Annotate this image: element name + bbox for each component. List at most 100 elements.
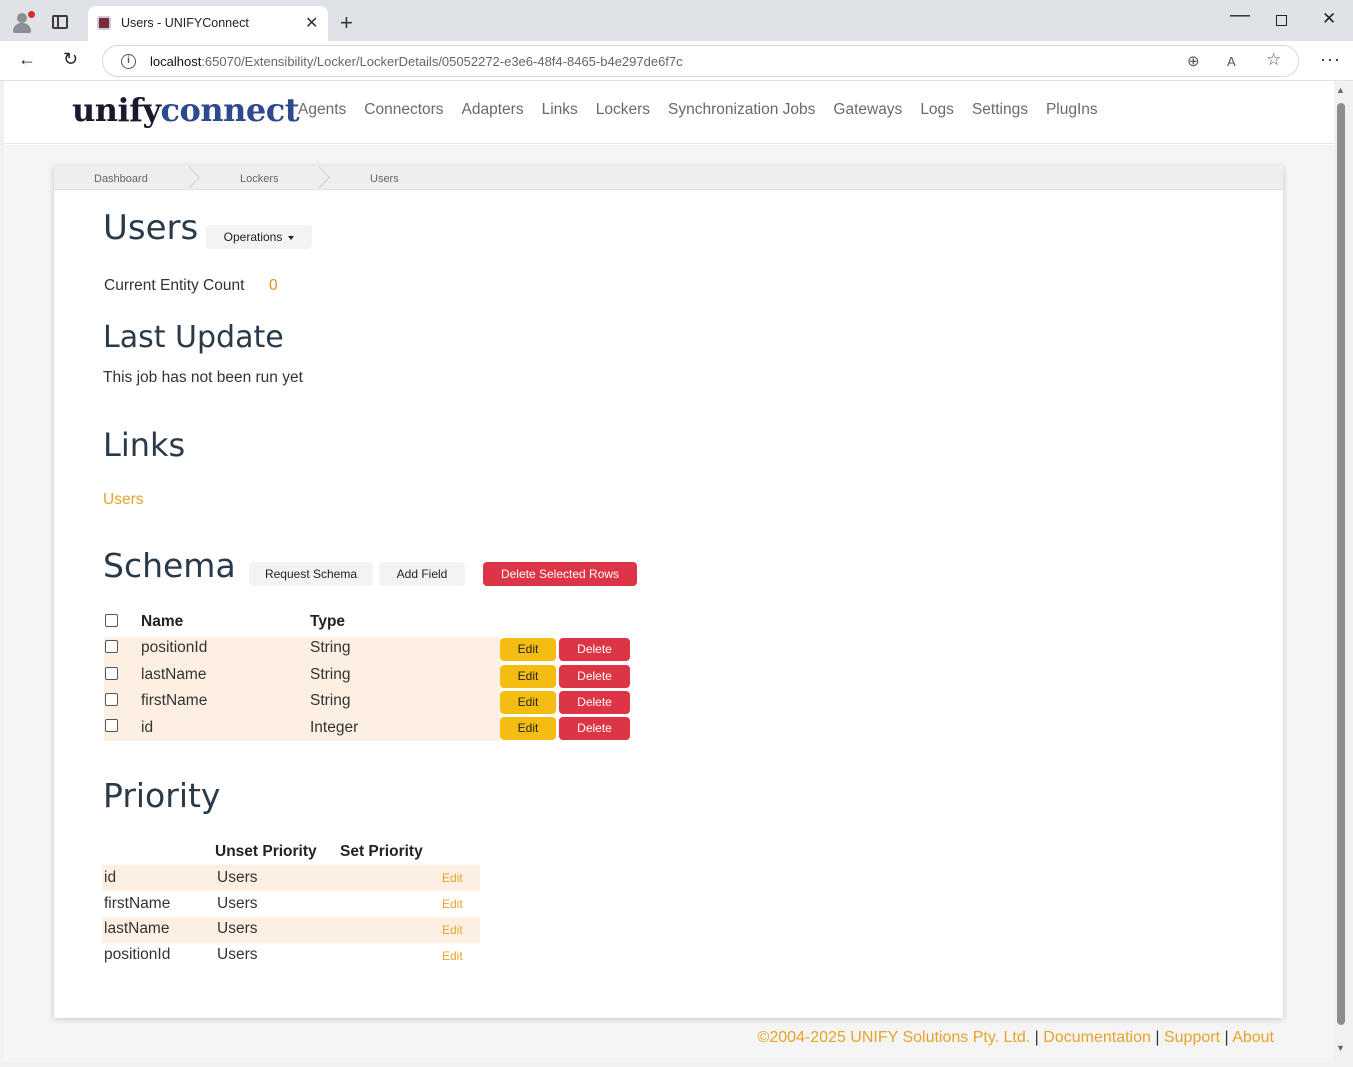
delete-button[interactable]: Delete [559,665,630,688]
footer-about-link[interactable]: About [1232,1029,1274,1046]
delete-button[interactable]: Delete [559,691,630,714]
page-title: Users [103,208,199,248]
tab-title: Users - UNIFYConnect [121,16,249,30]
refresh-icon[interactable]: ↻ [63,49,78,70]
priority-unset-value: Users [217,920,258,937]
link-users[interactable]: Users [103,491,143,509]
entity-count-value: 0 [269,277,278,294]
browser-toolbar: ← ↻ i localhost:65070/Extensibility/Lock… [0,41,1353,81]
priority-unset-value: Users [217,946,258,963]
nav-lockers[interactable]: Lockers [596,101,650,119]
scroll-thumb[interactable] [1337,103,1345,1025]
priority-field: id [104,869,117,886]
nav-links[interactable]: Links [542,101,578,119]
page-viewport: unifyconnect Agents Connectors Adapters … [4,81,1334,1062]
priority-unset-value: Users [217,869,258,886]
priority-edit-link[interactable]: Edit [442,949,463,963]
new-tab-icon[interactable]: + [340,10,353,36]
priority-col-set: Set Priority [340,843,423,860]
schema-field-name: positionId [141,639,208,656]
schema-field-name: lastName [141,666,207,683]
delete-button[interactable]: Delete [559,717,630,740]
zoom-icon[interactable]: ⊕ [1187,52,1200,70]
priority-edit-link[interactable]: Edit [442,923,463,937]
locker-details-card: Dashboard Lockers Users Users Operations… [54,166,1283,1018]
nav-gateways[interactable]: Gateways [833,101,902,119]
tab-close-icon[interactable]: ✕ [305,13,318,33]
operations-dropdown[interactable]: Operations [206,225,312,249]
site-header: unifyconnect Agents Connectors Adapters … [4,81,1334,144]
entity-count-label: Current Entity Count [104,277,245,294]
add-field-button[interactable]: Add Field [379,562,465,586]
schema-field-type: String [310,639,351,656]
priority-unset-value: Users [217,895,258,912]
table-row [102,865,480,891]
schema-field-name: id [141,719,154,736]
priority-title: Priority [103,776,221,815]
row-checkbox[interactable] [105,667,118,680]
edit-button[interactable]: Edit [500,665,556,688]
row-checkbox[interactable] [105,693,118,706]
minimize-icon[interactable]: — [1230,4,1250,27]
table-row [104,715,500,741]
breadcrumb-dashboard[interactable]: Dashboard [94,173,148,185]
main-nav: Agents Connectors Adapters Links Lockers… [298,101,1098,119]
more-options-icon[interactable]: ··· [1320,49,1341,70]
favorite-star-icon[interactable]: ☆ [1266,50,1281,70]
nav-adapters[interactable]: Adapters [462,101,524,119]
breadcrumb-separator [318,166,332,190]
edit-button[interactable]: Edit [500,638,556,661]
close-window-icon[interactable]: ✕ [1322,9,1336,29]
priority-field: positionId [104,946,171,963]
footer: ©2004-2025 UNIFY Solutions Pty. Ltd. | D… [757,1029,1274,1046]
delete-selected-rows-button[interactable]: Delete Selected Rows [483,562,637,586]
url-text[interactable]: localhost:65070/Extensibility/Locker/Loc… [150,54,683,69]
nav-agents[interactable]: Agents [298,101,346,119]
back-icon[interactable]: ← [18,49,36,70]
schema-field-type: String [310,666,351,683]
schema-col-type: Type [310,613,346,630]
tab-actions-icon[interactable] [52,15,68,29]
scroll-down-icon[interactable]: ▼ [1336,1043,1345,1053]
nav-logs[interactable]: Logs [920,101,954,119]
favicon-icon [97,16,111,30]
priority-edit-link[interactable]: Edit [442,897,463,911]
edit-button[interactable]: Edit [500,717,556,740]
links-title: Links [103,426,186,464]
row-checkbox[interactable] [105,640,118,653]
edit-button[interactable]: Edit [500,691,556,714]
site-info-icon[interactable]: i [121,54,136,69]
profile-icon[interactable] [12,11,35,34]
caret-down-icon [288,235,295,240]
breadcrumb-users: Users [370,173,399,185]
priority-field: lastName [104,920,170,937]
priority-edit-link[interactable]: Edit [442,871,463,885]
footer-documentation-link[interactable]: Documentation [1043,1029,1151,1046]
request-schema-button[interactable]: Request Schema [249,562,373,586]
schema-field-name: firstName [141,692,208,709]
nav-settings[interactable]: Settings [972,101,1028,119]
priority-col-unset: Unset Priority [215,843,317,860]
row-checkbox[interactable] [105,719,118,732]
page-scrollbar[interactable]: ▲ ▼ [1334,81,1348,1062]
address-bar[interactable]: i localhost:65070/Extensibility/Locker/L… [102,45,1299,77]
browser-tab-bar: Users - UNIFYConnect ✕ + — ✕ [0,0,1353,41]
logo[interactable]: unifyconnect [72,91,300,129]
breadcrumb: Dashboard Lockers Users [54,166,1283,190]
nav-plugins[interactable]: PlugIns [1046,101,1098,119]
last-update-title: Last Update [103,320,284,355]
nav-synchronization-jobs[interactable]: Synchronization Jobs [668,101,815,119]
schema-field-type: Integer [310,719,359,736]
delete-button[interactable]: Delete [559,638,630,661]
select-all-checkbox[interactable] [105,614,118,627]
schema-col-name: Name [141,613,184,630]
schema-field-type: String [310,692,351,709]
nav-connectors[interactable]: Connectors [364,101,443,119]
scroll-up-icon[interactable]: ▲ [1336,85,1345,95]
read-aloud-icon[interactable]: A [1227,54,1236,69]
breadcrumb-lockers[interactable]: Lockers [240,173,279,185]
footer-support-link[interactable]: Support [1164,1029,1220,1046]
maximize-icon[interactable] [1276,15,1287,26]
browser-tab[interactable]: Users - UNIFYConnect ✕ [88,6,328,41]
schema-title: Schema [103,546,236,585]
